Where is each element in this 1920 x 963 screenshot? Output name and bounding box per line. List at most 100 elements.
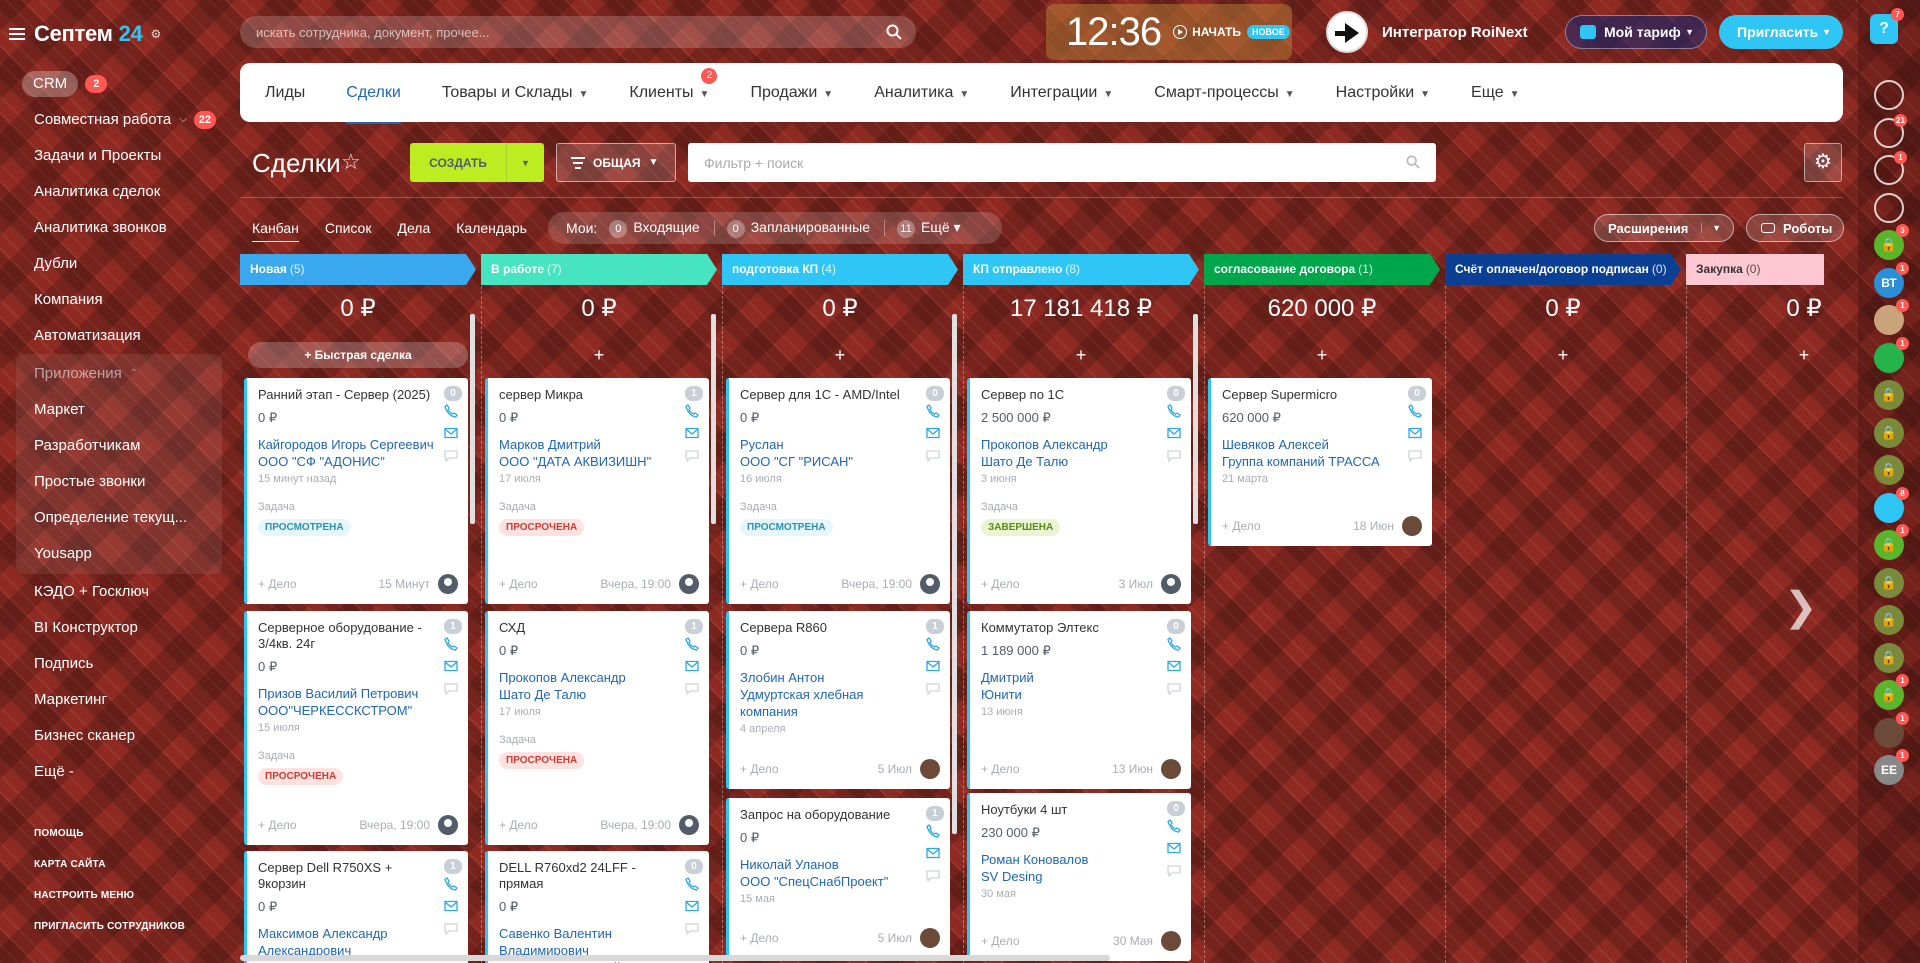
deal-card[interactable]: сервер Микра 1 0 ₽ Марков Дмитрий ООО "ДАТА …: [485, 378, 709, 604]
deal-client[interactable]: Кайгородов Игорь Сергеевич ООО "СФ "АДОНИ…: [258, 436, 458, 470]
nav-tab[interactable]: Аналитика ▼: [874, 84, 969, 102]
mail-icon[interactable]: [444, 900, 460, 919]
phone-icon[interactable]: [685, 404, 701, 423]
invite-button[interactable]: Пригласить ▼: [1719, 15, 1843, 49]
column-scrollbar[interactable]: [952, 314, 957, 834]
message-icon[interactable]: 8: [1874, 486, 1909, 523]
avatar-ee[interactable]: ЕЕ 1: [1874, 749, 1909, 785]
mail-icon[interactable]: [685, 427, 701, 446]
deal-title[interactable]: Ранний этап - Сервер (2025): [258, 387, 458, 403]
phone-icon[interactable]: [444, 637, 460, 656]
workday-timer[interactable]: 12:36 НАЧАТЬ НОВОЕ: [1046, 4, 1292, 60]
filter-preset-button[interactable]: ОБЩАЯ ▼: [556, 143, 676, 182]
search-icon[interactable]: [1406, 155, 1420, 169]
star-icon[interactable]: ☆: [341, 149, 361, 175]
responsible-avatar[interactable]: [920, 574, 940, 594]
column-header[interactable]: В работе (7): [481, 254, 717, 285]
view-tab[interactable]: Дела: [397, 220, 430, 236]
deal-card[interactable]: Сервер по 1С 0 2 500 000 ₽ Прокопов Алексан…: [967, 378, 1191, 604]
client-company[interactable]: SV Desing: [981, 868, 1181, 885]
extensions-button[interactable]: Расширения ▼: [1594, 214, 1734, 242]
client-company[interactable]: Группа компаний ТРАССА: [1222, 453, 1422, 470]
add-deal-button[interactable]: +: [1212, 342, 1432, 368]
phone-icon[interactable]: [1167, 404, 1183, 423]
menu-item[interactable]: Бизнес сканер: [0, 718, 226, 754]
add-activity-link[interactable]: + Дело: [981, 762, 1020, 776]
chat-icon[interactable]: [685, 923, 701, 942]
search-icon[interactable]: [1874, 192, 1904, 223]
apps-item[interactable]: Маркет: [16, 392, 222, 428]
deal-card[interactable]: СХД 1 0 ₽ Прокопов Александр Шато Де Талю 17 …: [485, 611, 709, 845]
menu-item[interactable]: Маркетинг: [0, 682, 226, 718]
apps-item[interactable]: Разработчикам: [16, 428, 222, 464]
deal-client[interactable]: Злобин Антон Удмуртская хлебная компания: [740, 669, 940, 720]
deal-client[interactable]: Максимов Александр Александрович: [258, 925, 458, 959]
chat-icon[interactable]: [926, 870, 942, 889]
chat-icon[interactable]: [1167, 683, 1183, 702]
menu-item[interactable]: Ещё -: [0, 754, 226, 790]
whatsapp-icon[interactable]: 1: [1874, 336, 1909, 373]
chat-icon[interactable]: [444, 923, 460, 942]
menu-bottom-link[interactable]: Пригласить сотрудников: [34, 911, 185, 942]
client-contact[interactable]: Николай Уланов: [740, 856, 940, 873]
deal-card[interactable]: Сервера R860 1 0 ₽ Злобин Антон Удмуртская х…: [726, 611, 950, 789]
add-activity-link[interactable]: + Дело: [258, 577, 297, 591]
mail-icon[interactable]: [1167, 660, 1183, 679]
responsible-avatar[interactable]: [679, 574, 699, 594]
client-company[interactable]: ООО "ДАТА АКВИЗИШН": [499, 453, 699, 470]
view-tab[interactable]: Календарь: [456, 220, 527, 236]
create-button[interactable]: СОЗДАТЬ ▼: [410, 143, 544, 182]
client-company[interactable]: ООО "СпецСнабПроект": [740, 873, 940, 890]
deal-client[interactable]: Дмитрий Юнити: [981, 669, 1181, 703]
logo-settings-icon[interactable]: ⚙: [150, 27, 161, 41]
client-company[interactable]: Удмуртская хлебная: [740, 686, 940, 703]
nav-tab[interactable]: Смарт-процессы ▼: [1154, 84, 1294, 102]
chat-icon[interactable]: [444, 450, 460, 469]
deal-client[interactable]: Прокопов Александр Шато Де Талю: [981, 436, 1181, 470]
deal-card[interactable]: Сервер Supermicro 0 620 000 ₽ Шевяков Алекс…: [1208, 378, 1432, 546]
nav-tab[interactable]: Клиенты ▼ 2: [629, 67, 718, 102]
responsible-avatar[interactable]: [1161, 759, 1181, 779]
client-contact[interactable]: Роман Коновалов: [981, 851, 1181, 868]
add-activity-link[interactable]: + Дело: [1222, 519, 1261, 533]
menu-item[interactable]: Аналитика сделок: [0, 174, 226, 210]
column-header[interactable]: Новая (5): [240, 254, 476, 285]
quick-deal-button[interactable]: + Быстрая сделка: [248, 342, 468, 368]
counter-0[interactable]: 0 Входящие: [597, 219, 700, 238]
deal-client[interactable]: Николай Уланов ООО "СпецСнабПроект": [740, 856, 940, 890]
deal-client[interactable]: Прокопов Александр Шато Де Талю: [499, 669, 699, 703]
lock-icon[interactable]: 🔒: [1874, 567, 1904, 598]
nav-tab[interactable]: Настройки ▼: [1336, 84, 1430, 102]
apps-header[interactable]: Приложения ⌃: [16, 356, 222, 392]
deal-title[interactable]: Коммутатор Элтекс: [981, 620, 1181, 636]
menu-item[interactable]: Компания: [0, 282, 226, 318]
deal-card[interactable]: DELL R760xd2 24LFF - прямая 0 0 ₽ Савенко В…: [485, 851, 709, 963]
menu-item[interactable]: Задачи и Проекты: [0, 138, 226, 174]
client-contact[interactable]: Марков Дмитрий: [499, 436, 699, 453]
add-deal-button[interactable]: +: [489, 342, 709, 368]
client-contact[interactable]: Злобин Антон: [740, 669, 940, 686]
scroll-right-arrow-icon[interactable]: ❯: [1784, 584, 1824, 634]
global-search-input[interactable]: искать сотрудника, документ, прочее...: [240, 16, 916, 48]
client-company[interactable]: Шато Де Талю: [499, 686, 699, 703]
add-activity-link[interactable]: + Дело: [499, 577, 538, 591]
lock-icon[interactable]: 🔒: [1874, 417, 1904, 448]
avatar-group[interactable]: 1: [1874, 299, 1909, 335]
horizontal-scrollbar[interactable]: [240, 955, 1110, 961]
lock-icon[interactable]: 🔒: [1874, 642, 1904, 673]
deal-card[interactable]: Сервер для 1С - AMD/Intel 0 0 ₽ Руслан ООО "…: [726, 378, 950, 604]
chevron-down-icon[interactable]: ▼: [507, 158, 544, 168]
portal-logo[interactable]: Септем 24: [34, 21, 143, 47]
nav-tab[interactable]: Сделки: [346, 84, 401, 124]
menu-burger-icon[interactable]: [9, 28, 25, 40]
menu-item[interactable]: BI Конструктор: [0, 610, 226, 646]
client-contact[interactable]: Прокопов Александр: [981, 436, 1181, 453]
deal-card[interactable]: Коммутатор Элтекс 0 1 189 000 ₽ Дмитрий Юнит…: [967, 611, 1191, 789]
client-company[interactable]: Шато Де Талю: [981, 453, 1181, 470]
column-header[interactable]: подготовка КП (4): [722, 254, 958, 285]
column-header[interactable]: согласование договора (1): [1204, 254, 1440, 285]
apps-item[interactable]: Простые звонки: [16, 464, 222, 500]
client-contact[interactable]: Призов Василий Петрович: [258, 685, 458, 702]
deal-title[interactable]: Серверное оборудование - 3/4кв. 24г: [258, 620, 458, 652]
menu-bottom-link[interactable]: Настроить меню: [34, 880, 185, 911]
